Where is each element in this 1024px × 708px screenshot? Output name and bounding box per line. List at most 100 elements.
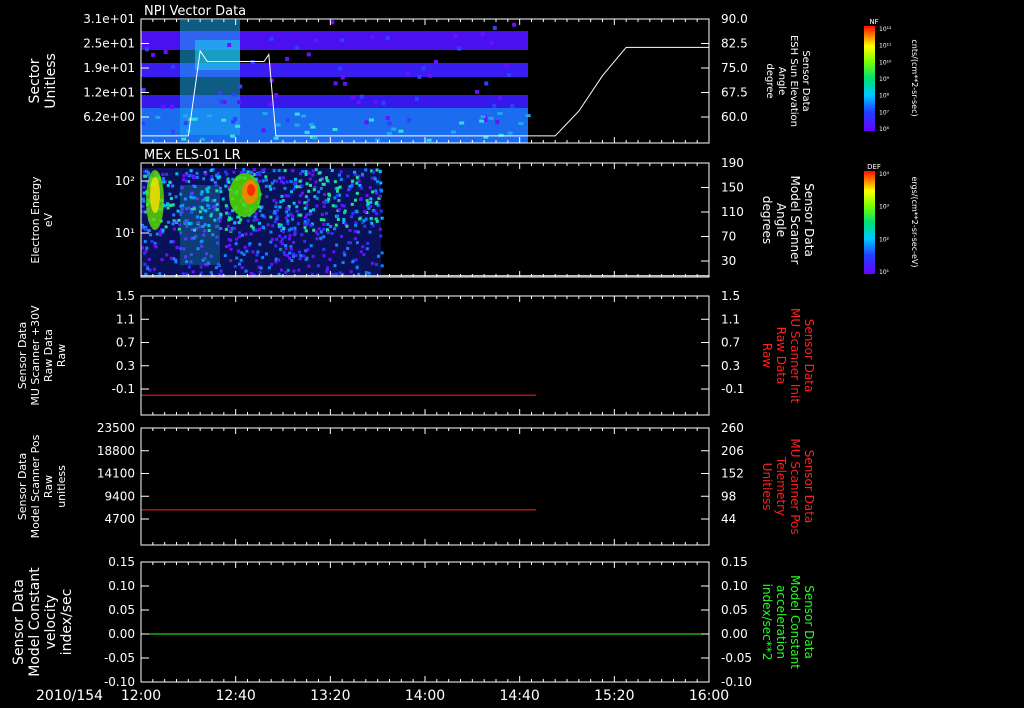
spectrogram-cell — [227, 180, 231, 184]
spectrogram-cell — [354, 258, 358, 262]
spectrogram-cell — [288, 251, 292, 255]
spectrogram-cell — [300, 191, 304, 195]
spectrogram-cell — [510, 104, 515, 109]
colorbar-tick-label: 10² — [879, 236, 890, 243]
spectrogram-cell — [255, 218, 259, 222]
spectrogram-cell — [354, 209, 358, 213]
colorbar-label: DEF — [867, 163, 881, 171]
spectrogram-cell — [252, 218, 256, 222]
spectrogram-cell — [280, 237, 284, 241]
spectrogram-cell — [366, 202, 370, 206]
spectrogram-cell — [185, 179, 189, 183]
spectrogram-cell — [375, 219, 379, 223]
spectrogram-cell — [289, 180, 293, 184]
spectrogram-cell — [166, 183, 170, 187]
spectrogram-cell — [322, 254, 326, 258]
spectrogram-cell — [232, 92, 237, 97]
spectrogram-cell — [292, 240, 296, 244]
spectrogram-cell — [175, 245, 179, 249]
spectrogram-cell — [239, 258, 243, 262]
spectrogram-cell — [292, 201, 296, 205]
right-y-tick-label: 150 — [721, 181, 744, 195]
y-tick-label: -0.05 — [104, 651, 135, 665]
spectrogram-cell — [258, 209, 262, 213]
spectrogram-cell — [273, 136, 279, 140]
spectrogram-cell — [275, 215, 279, 219]
spectrogram-cell — [224, 204, 228, 208]
spectrogram-cell — [316, 264, 320, 268]
spectrogram-cell — [309, 209, 313, 213]
spectrogram-cell — [291, 168, 295, 172]
spectrogram-cell — [307, 171, 311, 175]
spectrogram-cell — [308, 177, 312, 181]
spectrogram-cell — [262, 112, 268, 116]
spectrogram-cell — [223, 170, 227, 174]
spectrogram-cell — [171, 222, 175, 226]
spectrogram-cell — [329, 224, 333, 228]
spectrogram-cell — [332, 250, 336, 254]
spectrogram-cell — [169, 240, 173, 244]
spectrogram-cell — [142, 185, 146, 189]
spectrogram-cell — [227, 42, 232, 47]
spectrogram-cell — [257, 221, 261, 225]
y-tick-label: 18800 — [97, 444, 135, 458]
y-tick-label: 1.2e+01 — [83, 86, 135, 100]
spectrogram-cell — [512, 22, 517, 27]
spectrogram-cell — [333, 227, 337, 231]
y-tick-label: -0.1 — [112, 382, 135, 396]
spectrogram-cell — [152, 267, 156, 271]
spectrogram-cell — [322, 182, 326, 186]
spectrogram-cell — [304, 229, 308, 233]
spectrogram-cell — [295, 185, 299, 189]
spectrogram-cell — [233, 264, 237, 268]
spectrogram-cell — [235, 256, 239, 260]
spectrogram-cell — [335, 189, 339, 193]
spectrogram-cell — [359, 94, 364, 99]
spectrogram-cell — [298, 250, 302, 254]
spectrogram-cell — [237, 220, 241, 224]
y-axis-label: Sensor Data — [16, 322, 29, 389]
right-y-tick-label: 82.5 — [721, 37, 748, 51]
spectrogram-cell — [165, 172, 169, 176]
spectrogram-cell — [270, 237, 274, 241]
spectrogram-cell — [286, 219, 290, 223]
spectrogram-cell — [242, 168, 246, 172]
spectrogram-cell — [171, 184, 175, 188]
spectrogram-cell — [158, 230, 162, 234]
spectrogram-cell — [364, 120, 369, 125]
spectrogram-cell — [365, 199, 369, 203]
spectrogram-cell — [492, 26, 497, 31]
spectrogram-cell — [225, 245, 229, 249]
spectrogram-cell — [319, 230, 323, 234]
spectrogram-cell — [287, 228, 291, 232]
plot-frame — [140, 561, 710, 683]
spectrogram-cell — [334, 272, 338, 276]
right-y-tick-label: 206 — [721, 444, 744, 458]
spectrogram-cell — [298, 194, 302, 198]
spectrogram-cell — [234, 242, 238, 246]
y-axis-label: Unitless — [43, 53, 59, 109]
spectrogram-cell — [278, 205, 282, 209]
spectrogram-cell — [358, 197, 362, 201]
spectrogram-cell — [342, 218, 346, 222]
spectrogram-cell — [351, 211, 355, 215]
right-y-axis-label: Sensor Data — [802, 450, 816, 524]
spectrogram-cell — [278, 234, 282, 238]
spectrogram-cell — [255, 253, 259, 257]
spectrogram-cell — [145, 246, 149, 250]
spectrogram-cell — [359, 186, 363, 190]
y-tick-label: 0.15 — [108, 555, 135, 569]
spectrogram-cell — [387, 121, 392, 126]
spectrogram-cell — [328, 257, 332, 261]
spectrogram-cell — [334, 204, 338, 208]
y-tick-label: 2.5e+01 — [83, 37, 135, 51]
y-tick-label: 0.10 — [108, 579, 135, 593]
spectrogram-cell — [235, 237, 239, 241]
colorbar-unit: cnts/(cm**2-sr-sec) — [910, 39, 919, 116]
spectrogram-cell — [163, 50, 168, 55]
spectrogram-cell — [345, 193, 349, 197]
right-y-axis-label: Raw Data — [774, 327, 788, 385]
spectrogram-cell — [277, 258, 281, 262]
spectrogram-cell — [284, 246, 288, 250]
spectrogram-cell — [246, 219, 250, 223]
